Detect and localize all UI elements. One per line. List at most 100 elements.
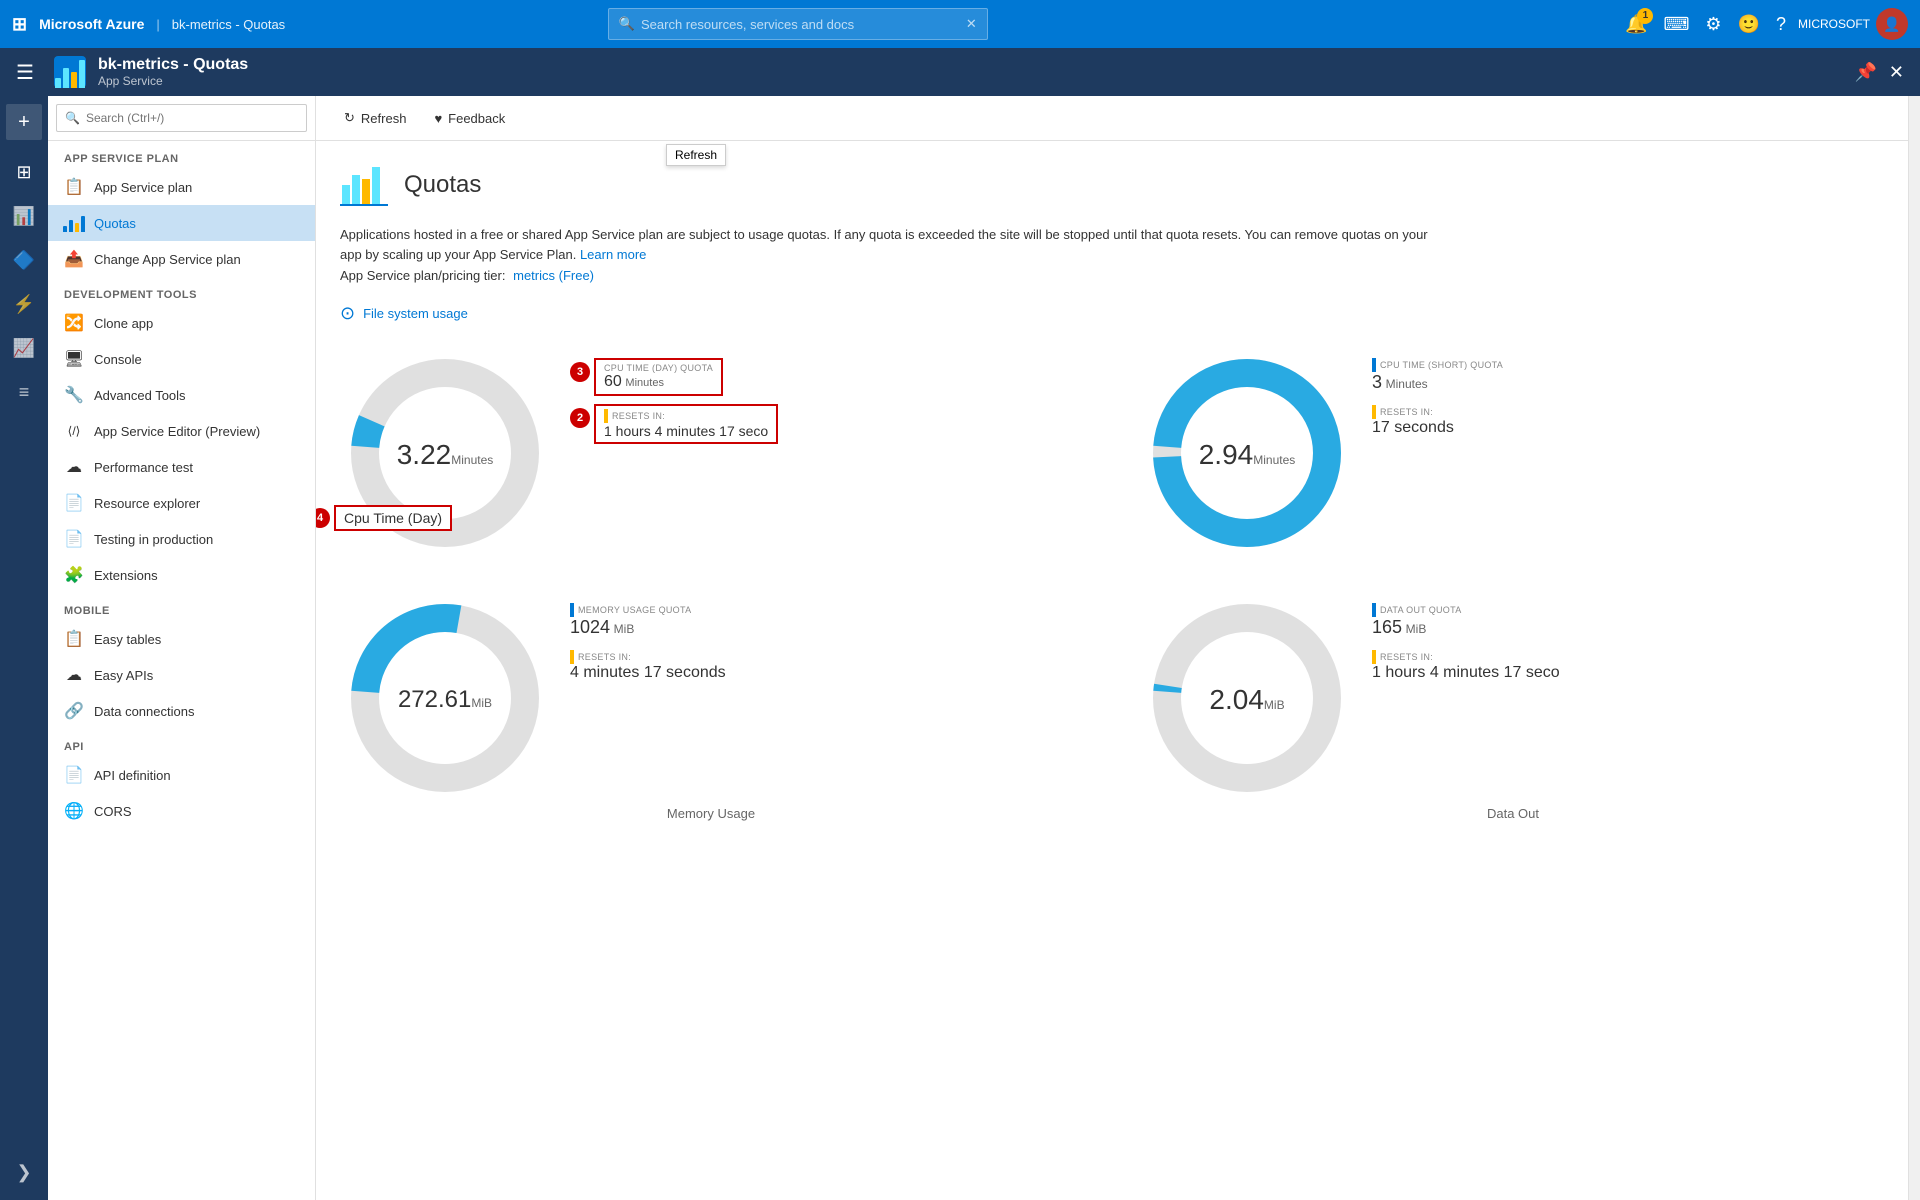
console-icon: 🖥 xyxy=(64,349,84,369)
sidebar-search-field[interactable] xyxy=(86,111,298,125)
data-out-resets-label: RESETS IN: xyxy=(1380,652,1433,662)
sidebar-item-label-app-service-editor: App Service Editor (Preview) xyxy=(94,424,260,439)
refresh-button[interactable]: ↻ Refresh xyxy=(332,104,418,132)
memory-resets-label: RESETS IN: xyxy=(578,652,631,662)
app-title-group: bk-metrics - Quotas App Service xyxy=(98,56,248,88)
smiley-icon[interactable]: 🙂 xyxy=(1734,10,1764,39)
sidebar-item-label-cors: CORS xyxy=(94,804,132,819)
cpu-short-quota-label-row: CPU TIME (SHORT) QUOTA xyxy=(1372,358,1503,372)
sidebar-item-resource-explorer[interactable]: 📄 Resource explorer xyxy=(48,485,315,521)
user-label: MICROSOFT xyxy=(1798,17,1870,31)
cloud-shell-icon[interactable]: ⌨ xyxy=(1659,10,1693,39)
data-connections-icon: 🔗 xyxy=(64,701,84,721)
search-input[interactable] xyxy=(641,17,966,32)
sidebar: 🔍 APP SERVICE PLAN 📋 App Service plan xyxy=(48,96,316,1200)
sidebar-item-data-connections[interactable]: 🔗 Data connections xyxy=(48,693,315,729)
api-definition-icon: 📄 xyxy=(64,765,84,785)
learn-more-link[interactable]: Learn more xyxy=(580,247,646,262)
memory-quota-label: MEMORY USAGE QUOTA xyxy=(578,605,691,615)
sidebar-item-testing-in-production[interactable]: 📄 Testing in production xyxy=(48,521,315,557)
content-area: Quotas Applications hosted in a free or … xyxy=(316,141,1908,841)
icon-sidebar-expand[interactable]: ❯ xyxy=(4,1152,44,1192)
search-clear-icon[interactable]: ✕ xyxy=(966,16,977,32)
app-icon xyxy=(54,56,86,88)
cpu-day-quota-label: CPU TIME (DAY) QUOTA xyxy=(604,363,713,373)
sidebar-item-label-app-service-plan: App Service plan xyxy=(94,180,192,195)
sidebar-item-console[interactable]: 🖥 Console xyxy=(48,341,315,377)
file-system-label: File system usage xyxy=(363,306,468,321)
sidebar-item-label-testing-in-production: Testing in production xyxy=(94,532,213,547)
quotas-bar-chart-icon xyxy=(63,214,85,232)
azure-title: Microsoft Azure xyxy=(39,16,144,32)
refresh-icon: ↻ xyxy=(344,110,355,126)
sidebar-item-advanced-tools[interactable]: 🔧 Advanced Tools xyxy=(48,377,315,413)
sidebar-item-change-plan[interactable]: 📤 Change App Service plan xyxy=(48,241,315,277)
memory-quota-unit: MiB xyxy=(614,622,635,636)
sidebar-item-extensions[interactable]: 🧩 Extensions xyxy=(48,557,315,593)
data-out-quota-value: 165 xyxy=(1372,617,1402,637)
cpu-short-quota-value-row: 3 Minutes xyxy=(1372,372,1503,393)
app-service-plan-icon: 📋 xyxy=(64,177,84,197)
sidebar-item-quotas[interactable]: Quotas xyxy=(48,205,315,241)
sidebar-item-label-console: Console xyxy=(94,352,142,367)
sidebar-item-easy-tables[interactable]: 📋 Easy tables xyxy=(48,621,315,657)
file-system-link[interactable]: ⊙ File system usage xyxy=(340,303,1884,324)
memory-unit: MiB xyxy=(471,696,492,710)
icon-sidebar-list[interactable]: ≡ xyxy=(4,372,44,412)
refresh-tooltip: Refresh xyxy=(666,144,726,166)
right-scrollbar[interactable] xyxy=(1908,96,1920,1200)
cpu-day-chart-wrapper: 3.22Minutes 4 Cpu Time (Day) xyxy=(340,348,550,561)
user-avatar: 👤 xyxy=(1876,8,1908,40)
sidebar-item-api-definition[interactable]: 📄 API definition xyxy=(48,757,315,793)
cpu-short-chart-container: 2.94Minutes CPU TIME (SHORT) QUOTA 3 xyxy=(1142,348,1884,561)
sidebar-item-easy-apis[interactable]: ☁ Easy APIs xyxy=(48,657,315,693)
cpu-short-resets-item: RESETS IN: 17 seconds xyxy=(1372,405,1503,437)
notification-badge: 1 xyxy=(1637,8,1653,24)
icon-sidebar-dashboard[interactable]: ⊞ xyxy=(4,152,44,192)
data-out-quota-value-row: 165 MiB xyxy=(1372,617,1560,638)
pin-button[interactable]: 📌 xyxy=(1854,62,1876,83)
sidebar-item-app-service-plan[interactable]: 📋 App Service plan xyxy=(48,169,315,205)
memory-quota-item: MEMORY USAGE QUOTA 1024 MiB xyxy=(570,603,726,638)
performance-test-icon: ☁ xyxy=(64,457,84,477)
icon-sidebar-resources[interactable]: 🔷 xyxy=(4,240,44,280)
icon-sidebar: + ⊞ 📊 🔷 ⚡ 📈 ≡ ❯ xyxy=(0,96,48,1200)
sidebar-item-clone-app[interactable]: 🔀 Clone app xyxy=(48,305,315,341)
add-resource-button[interactable]: + xyxy=(6,104,42,140)
cpu-day-quota-row: 3 CPU TIME (DAY) QUOTA 60 Minutes xyxy=(570,358,778,396)
feedback-icon: ♥ xyxy=(434,111,442,126)
change-plan-icon: 📤 xyxy=(64,249,84,269)
top-breadcrumb: bk-metrics - Quotas xyxy=(172,17,285,32)
circle-4: 4 xyxy=(316,508,330,528)
hamburger-menu[interactable]: ☰ xyxy=(16,60,34,85)
section-title-dev-tools: DEVELOPMENT TOOLS xyxy=(48,277,315,305)
sidebar-item-app-service-editor[interactable]: ⟨/⟩ App Service Editor (Preview) xyxy=(48,413,315,449)
resets-bar-short xyxy=(1372,405,1376,419)
app-service-label: App Service xyxy=(98,74,248,88)
feedback-button[interactable]: ♥ Feedback xyxy=(422,105,517,132)
search-icon: 🔍 xyxy=(619,16,635,32)
section-title-api: API xyxy=(48,729,315,757)
page-description: Applications hosted in a free or shared … xyxy=(340,225,1440,264)
help-icon[interactable]: ? xyxy=(1772,10,1790,39)
notifications-icon[interactable]: 🔔 1 xyxy=(1621,10,1651,39)
sidebar-item-cors[interactable]: 🌐 CORS xyxy=(48,793,315,829)
sidebar-search-input-wrapper[interactable]: 🔍 xyxy=(56,104,307,132)
icon-sidebar-activity[interactable]: 📊 xyxy=(4,196,44,236)
icon-sidebar-lightning[interactable]: ⚡ xyxy=(4,284,44,324)
quota-bar-data-out xyxy=(1372,603,1376,617)
sidebar-search-icon: 🔍 xyxy=(65,111,80,125)
plan-link[interactable]: metrics (Free) xyxy=(513,268,594,283)
icon-sidebar-monitoring[interactable]: 📈 xyxy=(4,328,44,368)
memory-value: 272.61 xyxy=(398,686,471,713)
page-icon xyxy=(340,161,388,209)
cpu-day-quota-unit: Minutes xyxy=(625,377,664,389)
cpu-day-info: 3 CPU TIME (DAY) QUOTA 60 Minutes xyxy=(570,358,778,444)
close-button[interactable]: ✕ xyxy=(1889,62,1904,83)
user-menu[interactable]: MICROSOFT 👤 xyxy=(1798,8,1908,40)
search-bar[interactable]: 🔍 ✕ xyxy=(608,8,988,40)
bar-chart-logo xyxy=(55,56,85,88)
settings-icon[interactable]: ⚙ xyxy=(1701,10,1725,39)
cpu-short-resets-value: 17 seconds xyxy=(1372,419,1503,437)
sidebar-item-performance-test[interactable]: ☁ Performance test xyxy=(48,449,315,485)
